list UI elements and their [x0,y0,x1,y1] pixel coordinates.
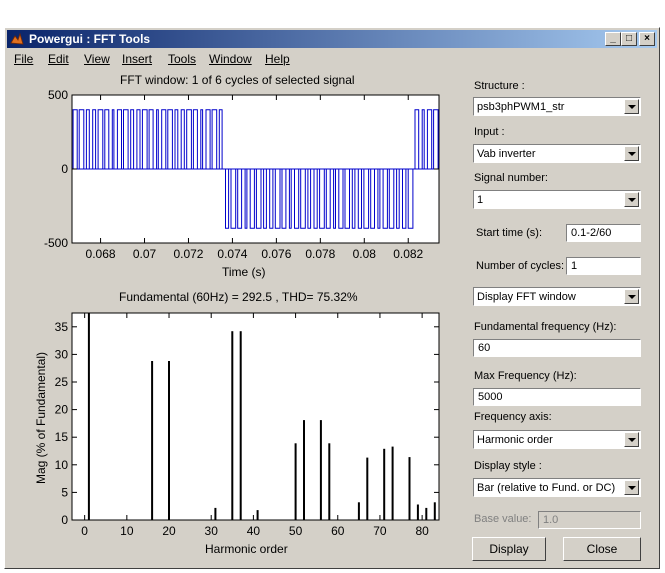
menu-help[interactable]: Help [265,52,290,66]
max-freq-value: 5000 [478,391,503,403]
signal-number-value: 1 [477,194,484,206]
menu-file[interactable]: File [14,52,33,66]
menu-insert[interactable]: Insert [122,52,152,66]
menu-view[interactable]: View [84,52,110,66]
cycles-input[interactable]: 1 [566,257,641,275]
start-time-label: Start time (s): [476,227,543,239]
menu-window[interactable]: Window [209,52,252,66]
chevron-down-icon[interactable] [624,289,639,304]
bottom-plot-title: Fundamental (60Hz) = 292.5 , THD= 75.32% [119,290,358,304]
max-freq-label: Max Frequency (Hz): [474,370,577,382]
matlab-icon [10,32,24,45]
fund-freq-value: 60 [478,342,491,354]
display-style-value: Bar (relative to Fund. or DC) [477,482,616,494]
cycles-value: 1 [571,260,578,272]
display-mode-dropdown[interactable]: Display FFT window [473,287,641,306]
chevron-down-icon[interactable] [624,99,639,114]
freq-axis-label: Frequency axis: [474,411,552,423]
base-value-label: Base value: [474,513,532,525]
signal-number-label: Signal number: [474,172,548,184]
base-value-input: 1.0 [538,511,641,529]
fund-freq-input[interactable]: 60 [473,339,641,357]
fund-freq-label: Fundamental frequency (Hz): [474,321,617,333]
close-window-button[interactable]: × [639,32,655,46]
max-freq-input[interactable]: 5000 [473,388,641,406]
input-value: Vab inverter [477,148,536,160]
bottom-plot-xlabel: Harmonic order [205,542,288,556]
start-time-input[interactable]: 0.1-2/60 [566,224,641,242]
structure-label: Structure : [474,80,525,92]
structure-value: psb3phPWM1_str [477,101,565,113]
input-label: Input : [474,126,505,138]
display-mode-value: Display FFT window [477,291,576,303]
structure-dropdown[interactable]: psb3phPWM1_str [473,97,641,116]
menu-edit[interactable]: Edit [48,52,69,66]
base-value-value: 1.0 [543,514,559,526]
input-dropdown[interactable]: Vab inverter [473,144,641,163]
menu-bar: File Edit View Insert Tools Window Help [7,49,657,67]
chevron-down-icon[interactable] [624,146,639,161]
cycles-label: Number of cycles: [476,260,565,272]
close-button[interactable]: Close [563,537,641,561]
chevron-down-icon[interactable] [624,432,639,447]
top-plot-title: FFT window: 1 of 6 cycles of selected si… [120,73,355,87]
freq-axis-dropdown[interactable]: Harmonic order [473,430,641,449]
maximize-button[interactable]: □ [621,32,637,46]
display-style-label: Display style : [474,460,542,472]
display-style-dropdown[interactable]: Bar (relative to Fund. or DC) [473,478,641,497]
freq-axis-value: Harmonic order [477,434,553,446]
chevron-down-icon[interactable] [624,480,639,495]
chevron-down-icon[interactable] [624,192,639,207]
menu-tools[interactable]: Tools [168,52,196,66]
start-time-value: 0.1-2/60 [571,227,612,239]
title-bar[interactable]: Powergui : FFT Tools _ □ × [7,30,657,48]
minimize-button[interactable]: _ [605,32,621,46]
top-plot-xlabel: Time (s) [222,265,266,279]
signal-number-dropdown[interactable]: 1 [473,190,641,209]
window-title: Powergui : FFT Tools [29,32,151,46]
display-button[interactable]: Display [472,537,546,561]
